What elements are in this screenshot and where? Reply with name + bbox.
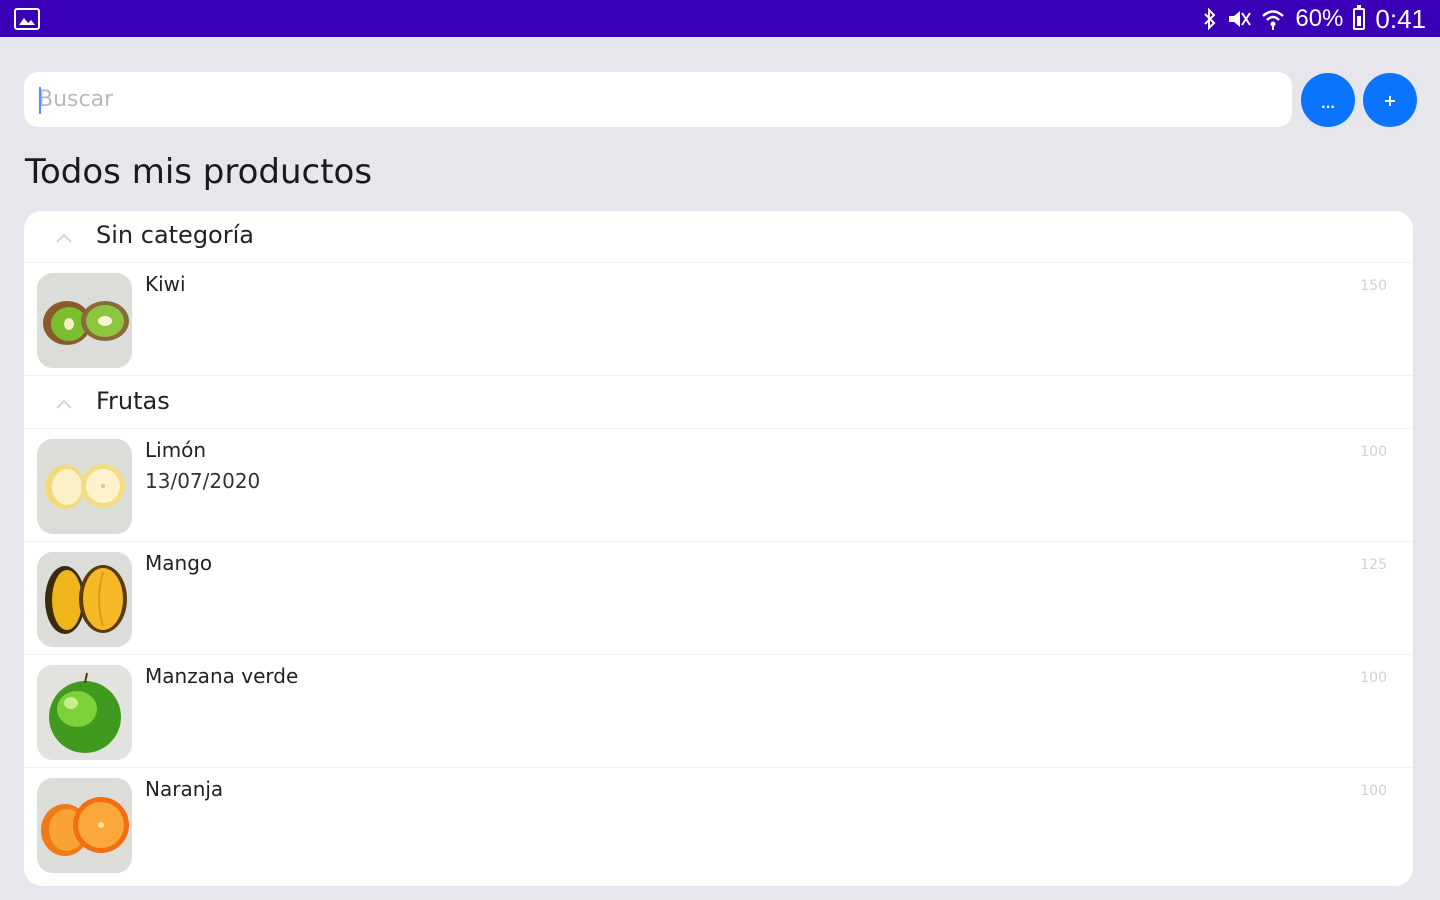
search-input[interactable] (38, 72, 1278, 127)
list-item[interactable]: Manzana verde 100 (24, 656, 1413, 768)
gallery-icon (14, 8, 40, 30)
product-image-lemon (37, 439, 132, 534)
product-image-orange (37, 778, 132, 873)
mute-icon (1227, 9, 1252, 29)
chevron-up-icon[interactable] (54, 229, 74, 248)
more-icon: ... (1321, 97, 1335, 111)
plus-icon: + (1383, 90, 1397, 110)
product-name: Mango (145, 551, 213, 575)
clock: 0:41 (1375, 3, 1426, 34)
product-image-mango (37, 552, 132, 647)
product-quantity: 100 (1360, 444, 1387, 460)
bluetooth-icon (1203, 8, 1217, 30)
product-quantity: 100 (1360, 670, 1387, 686)
wifi-icon (1261, 8, 1285, 30)
list-item[interactable]: Naranja 100 (24, 769, 1413, 881)
product-name: Kiwi (145, 272, 186, 296)
category-label: Frutas (96, 387, 170, 415)
category-header-sin-categoria[interactable]: Sin categoría (24, 211, 1413, 263)
add-product-button[interactable]: + (1363, 73, 1417, 127)
product-name: Limón (145, 438, 207, 462)
product-name: Naranja (145, 777, 224, 801)
battery-percent: 60% (1295, 5, 1344, 32)
product-name: Manzana verde (145, 664, 299, 688)
product-quantity: 150 (1360, 278, 1387, 294)
status-bar: 60% 0:41 (0, 0, 1440, 37)
list-item[interactable]: Mango 125 (24, 543, 1413, 655)
chevron-up-icon[interactable] (54, 395, 74, 414)
category-header-frutas[interactable]: Frutas (24, 377, 1413, 429)
product-date: 13/07/2020 (145, 469, 261, 493)
product-quantity: 125 (1360, 557, 1387, 573)
product-image-green-apple (37, 665, 132, 760)
battery-icon (1353, 5, 1366, 30)
page-title: Todos mis productos (25, 152, 373, 192)
more-options-button[interactable]: ... (1301, 73, 1355, 127)
list-item[interactable]: Kiwi 150 (24, 264, 1413, 376)
list-item[interactable]: Limón 13/07/2020 100 (24, 430, 1413, 542)
product-list: Sin categoría Kiwi 150 Frutas Limón 13/0… (24, 211, 1413, 886)
product-image-kiwi (37, 273, 132, 368)
category-label: Sin categoría (96, 221, 254, 249)
text-cursor (39, 87, 41, 114)
search-bar (24, 72, 1292, 127)
product-quantity: 100 (1360, 783, 1387, 799)
